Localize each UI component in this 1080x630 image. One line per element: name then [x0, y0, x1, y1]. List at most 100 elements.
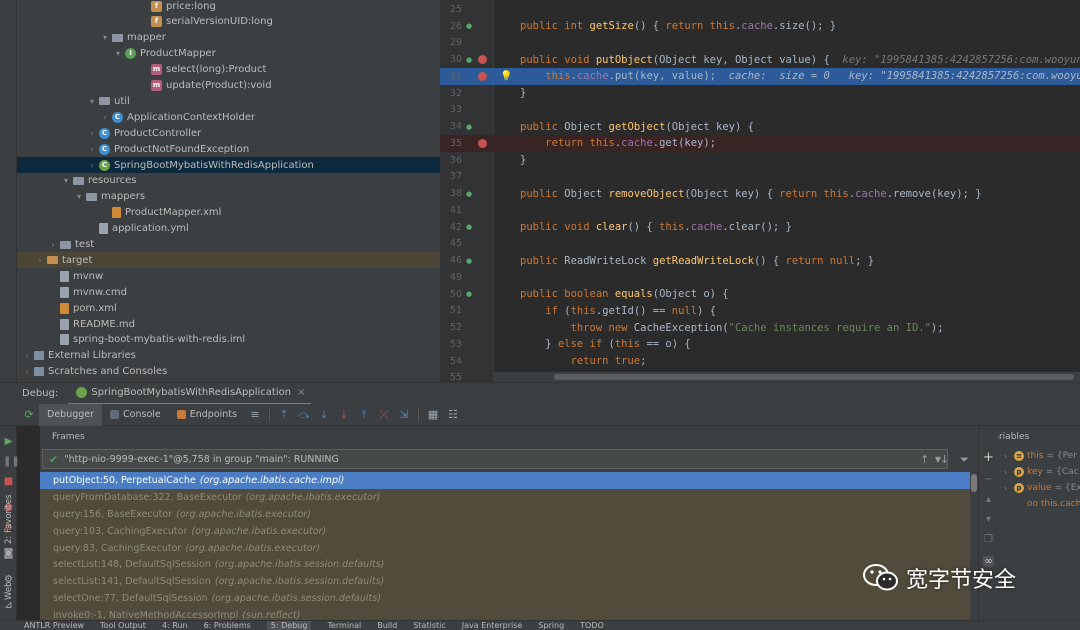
frame-row[interactable]: query:83, CachingExecutor (org.apache.iba…	[40, 540, 978, 557]
tab-debugger[interactable]: Debugger	[39, 403, 103, 426]
stop-icon[interactable]: ■	[3, 476, 14, 487]
chevron-right-icon[interactable]: ›	[22, 367, 32, 376]
favorites-tab[interactable]: 2: Favorites	[4, 495, 14, 544]
chevron-down-icon[interactable]: ▾	[61, 176, 71, 185]
chevron-right-icon[interactable]: ›	[1004, 484, 1014, 493]
variable-row[interactable]: › p value = {Ex	[1004, 480, 1080, 496]
implements-marker-icon[interactable]: ●	[462, 257, 476, 265]
chevron-right-icon[interactable]: ›	[100, 113, 110, 122]
evaluate-expression-icon[interactable]: ▦	[426, 408, 440, 422]
tree-item[interactable]: application.yml	[17, 221, 440, 237]
tab-console[interactable]: Console	[102, 404, 169, 426]
tree-item[interactable]: README.md	[17, 316, 440, 332]
chevron-down-icon[interactable]: ▾	[113, 49, 123, 58]
close-icon[interactable]: ×	[297, 387, 305, 398]
code-line[interactable]: 35 return this.cache.get(key);	[440, 135, 1080, 152]
show-execution-point-icon[interactable]: ⇡	[277, 408, 291, 422]
code-editor[interactable]: 25 26 ● public int getSize() { return this.…	[440, 0, 1080, 382]
tree-item[interactable]: mvnw.cmd	[17, 284, 440, 300]
code-line[interactable]: 32}	[440, 85, 1080, 102]
implements-marker-icon[interactable]: ●	[462, 123, 476, 131]
debug-session-tab[interactable]: SpringBootMybatisWithRedisApplication ×	[68, 383, 312, 405]
frame-row[interactable]: queryFromDatabase:322, BaseExecutor (org.…	[40, 489, 978, 506]
tree-item[interactable]: spring-boot-mybatis-with-redis.iml	[17, 332, 440, 348]
step-out-icon[interactable]: ⤒	[357, 408, 371, 422]
code-line[interactable]: 50 ● public boolean equals(Object o) {	[440, 286, 1080, 303]
implements-marker-icon[interactable]: ●	[462, 22, 476, 30]
frame-row[interactable]: selectList:148, DefaultSqlSession (org.ap…	[40, 556, 978, 573]
remove-watch-icon[interactable]: −	[983, 474, 994, 485]
tree-item[interactable]: › C ApplicationContextHolder	[17, 109, 440, 125]
tree-item[interactable]: m update(Product):void	[17, 78, 440, 94]
code-line[interactable]: 49	[440, 269, 1080, 286]
add-watch-icon[interactable]: +	[983, 451, 994, 464]
code-line[interactable]: 33	[440, 102, 1080, 119]
chevron-down-icon[interactable]: ▾	[74, 192, 84, 201]
frame-row[interactable]: putObject:50, PerpetualCache (org.apache.…	[40, 472, 978, 489]
chevron-right-icon[interactable]: ›	[1004, 452, 1014, 461]
drop-frame-icon[interactable]: ⤫	[377, 408, 391, 422]
tool-tab[interactable]: TODO	[580, 621, 604, 630]
arrow-up-icon[interactable]: ↑	[920, 453, 929, 466]
tree-item[interactable]: ▾ resources	[17, 173, 440, 189]
tree-item[interactable]: ▾ mapper	[17, 30, 440, 46]
resume-icon[interactable]: ▶	[3, 436, 14, 447]
frame-row[interactable]: selectList:141, DefaultSqlSession (org.ap…	[40, 573, 978, 590]
tree-item[interactable]: › target	[17, 252, 440, 269]
code-line[interactable]: 29	[440, 35, 1080, 52]
tool-tab[interactable]: 5: Debug	[266, 621, 312, 630]
tree-item[interactable]: mvnw	[17, 268, 440, 284]
frame-row[interactable]: query:103, CachingExecutor (org.apache.ib…	[40, 523, 978, 540]
code-line[interactable]: 53 } else if (this == o) {	[440, 336, 1080, 353]
implements-marker-icon[interactable]: ●	[462, 290, 476, 298]
menu-icon[interactable]: ≡	[248, 408, 262, 422]
chevron-right-icon[interactable]: ›	[87, 129, 97, 138]
code-line[interactable]: 34 ● public Object getObject(Object key) {	[440, 118, 1080, 135]
tree-item[interactable]: › C SpringBootMybatisWithRedisApplication	[17, 157, 440, 173]
tree-item[interactable]: ▾ util	[17, 93, 440, 109]
frames-scrollbar[interactable]	[970, 472, 978, 620]
tool-tab[interactable]: Terminal	[327, 621, 361, 630]
chevron-down-icon[interactable]: ▾	[87, 97, 97, 106]
chevron-right-icon[interactable]: ›	[87, 145, 97, 154]
tree-item[interactable]: › C ProductController	[17, 125, 440, 141]
tool-tab[interactable]: 6: Problems	[204, 621, 251, 630]
tree-item[interactable]: › Scratches and Consoles	[17, 364, 440, 380]
editor-scroll-thumb[interactable]	[554, 374, 1074, 380]
trace-icon[interactable]: ☷	[446, 408, 460, 422]
chevron-right-icon[interactable]: ›	[87, 161, 97, 170]
breakpoint-icon[interactable]	[478, 71, 487, 81]
rerun-icon[interactable]: ⟳	[22, 408, 36, 422]
code-line[interactable]: 30 ● public void putObject(Object key, Obj…	[440, 51, 1080, 68]
chevron-down-icon[interactable]: ▾	[100, 33, 110, 42]
breakpoint-icon[interactable]	[478, 55, 487, 65]
tool-tab[interactable]: ANTLR Preview	[24, 621, 84, 630]
code-line[interactable]: 45	[440, 236, 1080, 253]
code-line[interactable]: 25	[440, 1, 1080, 18]
editor-horizontal-scrollbar[interactable]	[494, 372, 1080, 382]
frame-row[interactable]: query:156, BaseExecutor (org.apache.ibati…	[40, 506, 978, 523]
tree-item[interactable]: ProductMapper.xml	[17, 205, 440, 221]
tree-item[interactable]: m select(long):Product	[17, 62, 440, 78]
tool-tab[interactable]: Build	[377, 621, 397, 630]
force-step-into-icon[interactable]: ⤓	[337, 408, 351, 422]
arrow-down-icon[interactable]: ↓	[940, 453, 949, 466]
code-line[interactable]: 26 ● public int getSize() { return this.ca…	[440, 18, 1080, 35]
pause-icon[interactable]: ❚❚	[3, 456, 20, 467]
code-line[interactable]: 37	[440, 169, 1080, 186]
tool-tab[interactable]: Java Enterprise	[462, 621, 523, 630]
code-line[interactable]: 31 💡 this.cache.put(key, value); cache: s…	[440, 68, 1080, 85]
tab-endpoints[interactable]: Endpoints	[169, 404, 245, 426]
chevron-right-icon[interactable]: ›	[35, 256, 45, 265]
frames-scroll-thumb[interactable]	[971, 474, 977, 492]
code-line[interactable]: 42 ● public void clear() { this.cache.clea…	[440, 219, 1080, 236]
intention-bulb-icon[interactable]: 💡	[500, 71, 512, 82]
code-line[interactable]: 41	[440, 202, 1080, 219]
tool-tab[interactable]: Statistic	[413, 621, 445, 630]
tree-item[interactable]: ▾ I ProductMapper	[17, 46, 440, 62]
move-up-icon[interactable]: ▴	[983, 494, 994, 505]
step-into-icon[interactable]: ⤓	[317, 408, 331, 422]
chevron-right-icon[interactable]: ›	[22, 351, 32, 360]
tool-tab[interactable]: 4: Run	[162, 621, 188, 630]
web-tab[interactable]: Web	[4, 581, 14, 600]
